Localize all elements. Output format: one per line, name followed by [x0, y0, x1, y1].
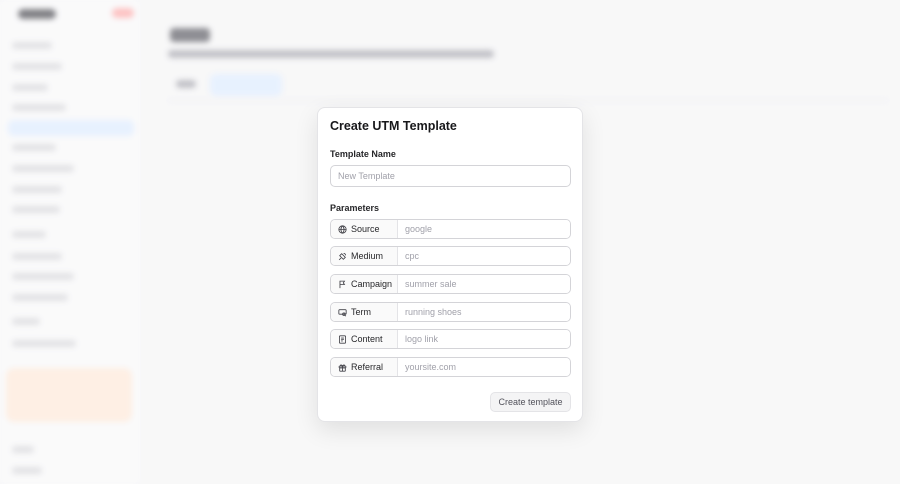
- term-input[interactable]: [398, 303, 570, 321]
- create-template-button[interactable]: Create template: [490, 392, 571, 412]
- param-label-referral: Referral: [351, 362, 384, 372]
- template-name-label: Template Name: [330, 149, 396, 159]
- param-key-referral: Referral: [331, 358, 398, 376]
- param-key-campaign: Campaign: [331, 275, 398, 293]
- param-label-campaign: Campaign: [351, 279, 393, 289]
- param-label-medium: Medium: [351, 251, 384, 261]
- flag-icon: [339, 280, 346, 288]
- globe-icon: [338, 224, 347, 234]
- param-key-source: Source: [331, 220, 398, 238]
- param-label-source: Source: [351, 224, 380, 234]
- param-label-content: Content: [351, 334, 383, 344]
- medium-input[interactable]: [398, 247, 570, 265]
- campaign-input[interactable]: [398, 275, 570, 293]
- param-key-content: Content: [331, 330, 398, 348]
- param-row-content: Content: [330, 329, 571, 349]
- param-key-term: Term: [331, 303, 398, 321]
- param-row-medium: Medium: [330, 246, 571, 266]
- search-term-icon: [338, 308, 347, 316]
- create-utm-template-modal: Create UTM Template Template Name Parame…: [317, 107, 583, 422]
- gift-icon: [338, 363, 347, 372]
- param-row-term: Term: [330, 302, 571, 322]
- modal-title: Create UTM Template: [330, 119, 457, 133]
- param-row-campaign: Campaign: [330, 274, 571, 294]
- template-name-input[interactable]: [330, 165, 571, 187]
- satellite-icon: [338, 252, 347, 260]
- source-input[interactable]: [398, 220, 570, 238]
- param-key-medium: Medium: [331, 247, 398, 265]
- param-label-term: Term: [351, 307, 371, 317]
- parameters-label: Parameters: [330, 203, 380, 213]
- param-row-referral: Referral: [330, 357, 571, 377]
- param-row-source: Source: [330, 219, 571, 239]
- content-input[interactable]: [398, 330, 570, 348]
- document-icon: [338, 334, 347, 344]
- referral-input[interactable]: [398, 358, 570, 376]
